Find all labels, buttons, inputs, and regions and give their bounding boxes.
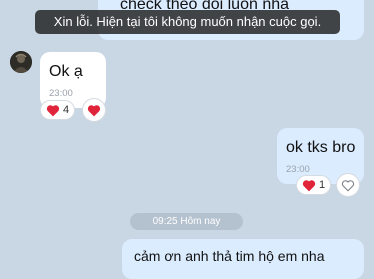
heart-icon [302, 179, 316, 191]
reaction-summary[interactable]: 4 [41, 101, 75, 119]
message-text: cảm ơn anh thả tim hộ em nha [134, 248, 325, 264]
call-decline-toast: Xin lỗi. Hiện tại tôi không muốn nhận cu… [35, 10, 340, 34]
avatar[interactable] [10, 51, 32, 73]
heart-icon [87, 104, 101, 116]
reaction-count: 1 [319, 179, 326, 191]
heart-icon [46, 104, 60, 116]
message-text: Ok ạ [49, 63, 83, 80]
message-text: ok tks bro [286, 139, 356, 156]
date-divider: 09:25 Hôm nay [130, 213, 243, 230]
message-time: 23:00 [286, 164, 310, 175]
react-button[interactable] [83, 99, 105, 121]
reaction-count: 4 [63, 104, 70, 116]
avatar-image [10, 51, 32, 73]
heart-outline-icon [341, 179, 355, 191]
reaction-summary[interactable]: 1 [297, 176, 331, 194]
message-time: 23:00 [49, 88, 73, 99]
react-button[interactable] [337, 174, 359, 196]
outgoing-message-bubble[interactable]: cảm ơn anh thả tim hộ em nha [122, 239, 364, 279]
